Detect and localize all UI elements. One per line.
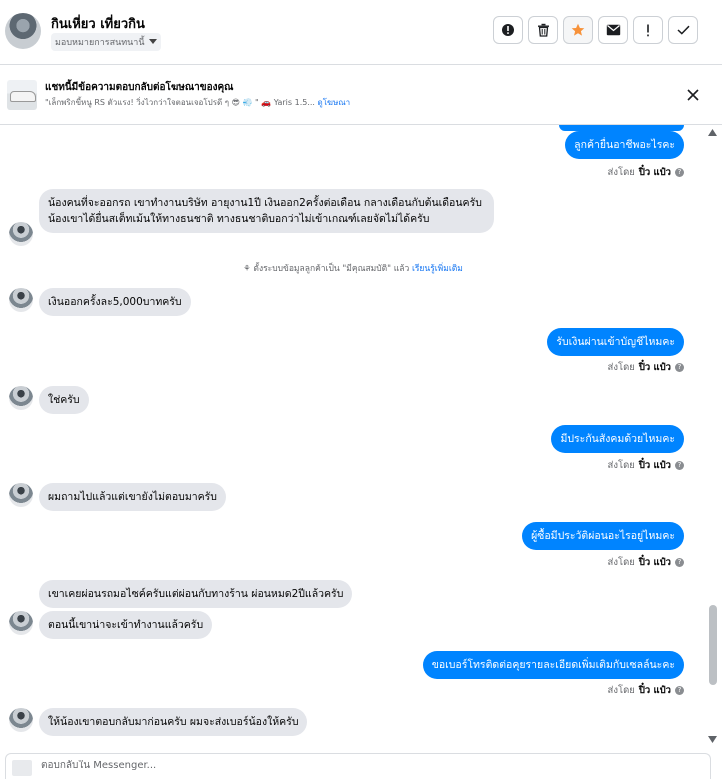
scrollbar-thumb[interactable] bbox=[709, 605, 717, 685]
message-thread: ลูกค้ายื่นอาชีพอะไรคะ ส่งโดย ปิ๋ว แป๋ว? น… bbox=[0, 125, 706, 745]
message-bubble-outgoing[interactable]: ลูกค้ายื่นอาชีพอะไรคะ bbox=[565, 131, 684, 159]
learn-more-link[interactable]: เรียนรู้เพิ่มเติม bbox=[412, 264, 463, 274]
info-icon[interactable]: ? bbox=[675, 168, 684, 177]
contact-avatar-small bbox=[9, 708, 33, 732]
caret-down-icon bbox=[148, 39, 157, 44]
message-bubble-incoming[interactable]: ตอนนี้เขาน่าจะเข้าทำงานแล้วครับ bbox=[39, 611, 213, 639]
star-icon bbox=[571, 23, 585, 36]
message-bubble-outgoing[interactable]: มีประกันสังคมด้วยไหมคะ bbox=[551, 425, 684, 453]
ad-reply-banner: แชทนี้มีข้อความตอบกลับต่อโฆษณาของคุณ "เล… bbox=[0, 65, 722, 125]
reply-input[interactable] bbox=[41, 760, 641, 771]
trash-icon bbox=[537, 23, 549, 37]
contact-avatar-small bbox=[9, 288, 33, 312]
info-icon[interactable]: ? bbox=[675, 686, 684, 695]
ad-snippet: "เล็กพริกขี้หนู RS ตัวแรง! วิ่งไวกว่าใจต… bbox=[45, 98, 315, 107]
message-bubble-outgoing[interactable]: รับเงินผ่านเข้าบัญชีไหมคะ bbox=[547, 328, 684, 356]
contact-avatar-small bbox=[9, 483, 33, 507]
report-button[interactable] bbox=[493, 16, 523, 44]
conversation-toolbar bbox=[493, 16, 698, 44]
banner-title: แชทนี้มีข้อความตอบกลับต่อโฆษณาของคุณ bbox=[45, 82, 234, 93]
scroll-up-arrow-icon[interactable] bbox=[708, 129, 717, 136]
message-bubble-incoming[interactable]: เงินออกครั้งละ5,000บาทครับ bbox=[39, 288, 191, 316]
message-bubble-incoming[interactable]: น้องคนที่จะออกรถ เขาทำงานบริษัท อายุงาน1… bbox=[39, 189, 494, 233]
banner-subtitle: "เล็กพริกขี้หนู RS ตัวแรง! วิ่งไวกว่าใจต… bbox=[45, 96, 350, 109]
view-ad-link[interactable]: ดูโฆษณา bbox=[318, 98, 351, 107]
info-icon[interactable]: ? bbox=[675, 363, 684, 372]
assign-label: มอบหมายการสนทนานี้ bbox=[55, 38, 145, 48]
contact-avatar[interactable] bbox=[5, 13, 41, 49]
message-bubble-outgoing[interactable]: ผู้ซื้อมีประวัติผ่อนอะไรอยู่ไหมคะ bbox=[522, 522, 684, 550]
sent-by-label: ส่งโดย ปิ๋ว แป๋ว? bbox=[608, 458, 684, 473]
contact-avatar-small bbox=[9, 611, 33, 635]
mark-done-button[interactable] bbox=[668, 16, 698, 44]
sent-by-label: ส่งโดย ปิ๋ว แป๋ว? bbox=[608, 555, 684, 570]
message-bubble-incoming[interactable]: ให้น้องเขาตอบกลับมาก่อนครับ ผมจะส่งเบอร์… bbox=[39, 708, 308, 736]
sent-by-label: ส่งโดย ปิ๋ว แป๋ว? bbox=[608, 165, 684, 180]
info-icon[interactable]: ? bbox=[675, 558, 684, 567]
star-button[interactable] bbox=[563, 16, 593, 44]
report-icon bbox=[502, 24, 514, 36]
assign-conversation-dropdown[interactable]: มอบหมายการสนทนานี้ bbox=[51, 33, 161, 51]
message-bubble-outgoing[interactable]: ขอเบอร์โทรติดต่อคุยรายละเอียดเพิ่มเติมกั… bbox=[422, 651, 684, 679]
mark-important-button[interactable] bbox=[633, 16, 663, 44]
contact-avatar-small bbox=[9, 222, 33, 246]
reply-composer bbox=[5, 753, 711, 779]
check-icon bbox=[676, 25, 690, 35]
ad-thumbnail[interactable] bbox=[7, 80, 37, 110]
tag-icon: ⚘ bbox=[243, 264, 251, 274]
scroll-down-arrow-icon[interactable] bbox=[708, 736, 717, 743]
mail-icon bbox=[606, 24, 620, 36]
message-bubble-incoming[interactable]: ใช่ครับ bbox=[39, 386, 89, 414]
message-scrollbar[interactable] bbox=[706, 127, 718, 745]
delete-button[interactable] bbox=[528, 16, 558, 44]
message-bubble-incoming[interactable]: ผมถามไปแล้วแต่เขายังไม่ตอบมาครับ bbox=[39, 483, 226, 511]
system-note-text: ตั้งระบบข้อมูลลูกค้าเป็น "มีคุณสมบัติ" แ… bbox=[253, 264, 410, 274]
sent-by-label: ส่งโดย ปิ๋ว แป๋ว? bbox=[608, 683, 684, 698]
close-icon[interactable] bbox=[685, 87, 701, 103]
conversation-header: กินเหี่ยว เที่ยวกิน มอบหมายการสนทนานี้ bbox=[0, 0, 722, 65]
mail-button[interactable] bbox=[598, 16, 628, 44]
page-logo bbox=[12, 760, 32, 776]
contact-name[interactable]: กินเหี่ยว เที่ยวกิน bbox=[51, 13, 145, 34]
sent-by-label: ส่งโดย ปิ๋ว แป๋ว? bbox=[608, 360, 684, 375]
system-note: ⚘ ตั้งระบบข้อมูลลูกค้าเป็น "มีคุณสมบัติ"… bbox=[0, 261, 706, 275]
info-icon[interactable]: ? bbox=[675, 461, 684, 470]
contact-avatar-small bbox=[9, 386, 33, 410]
exclamation-icon bbox=[647, 24, 649, 36]
message-bubble-incoming[interactable]: เขาเคยผ่อนรถมอไซค์ครับแต่ผ่อนกับทางร้าน … bbox=[39, 580, 353, 608]
